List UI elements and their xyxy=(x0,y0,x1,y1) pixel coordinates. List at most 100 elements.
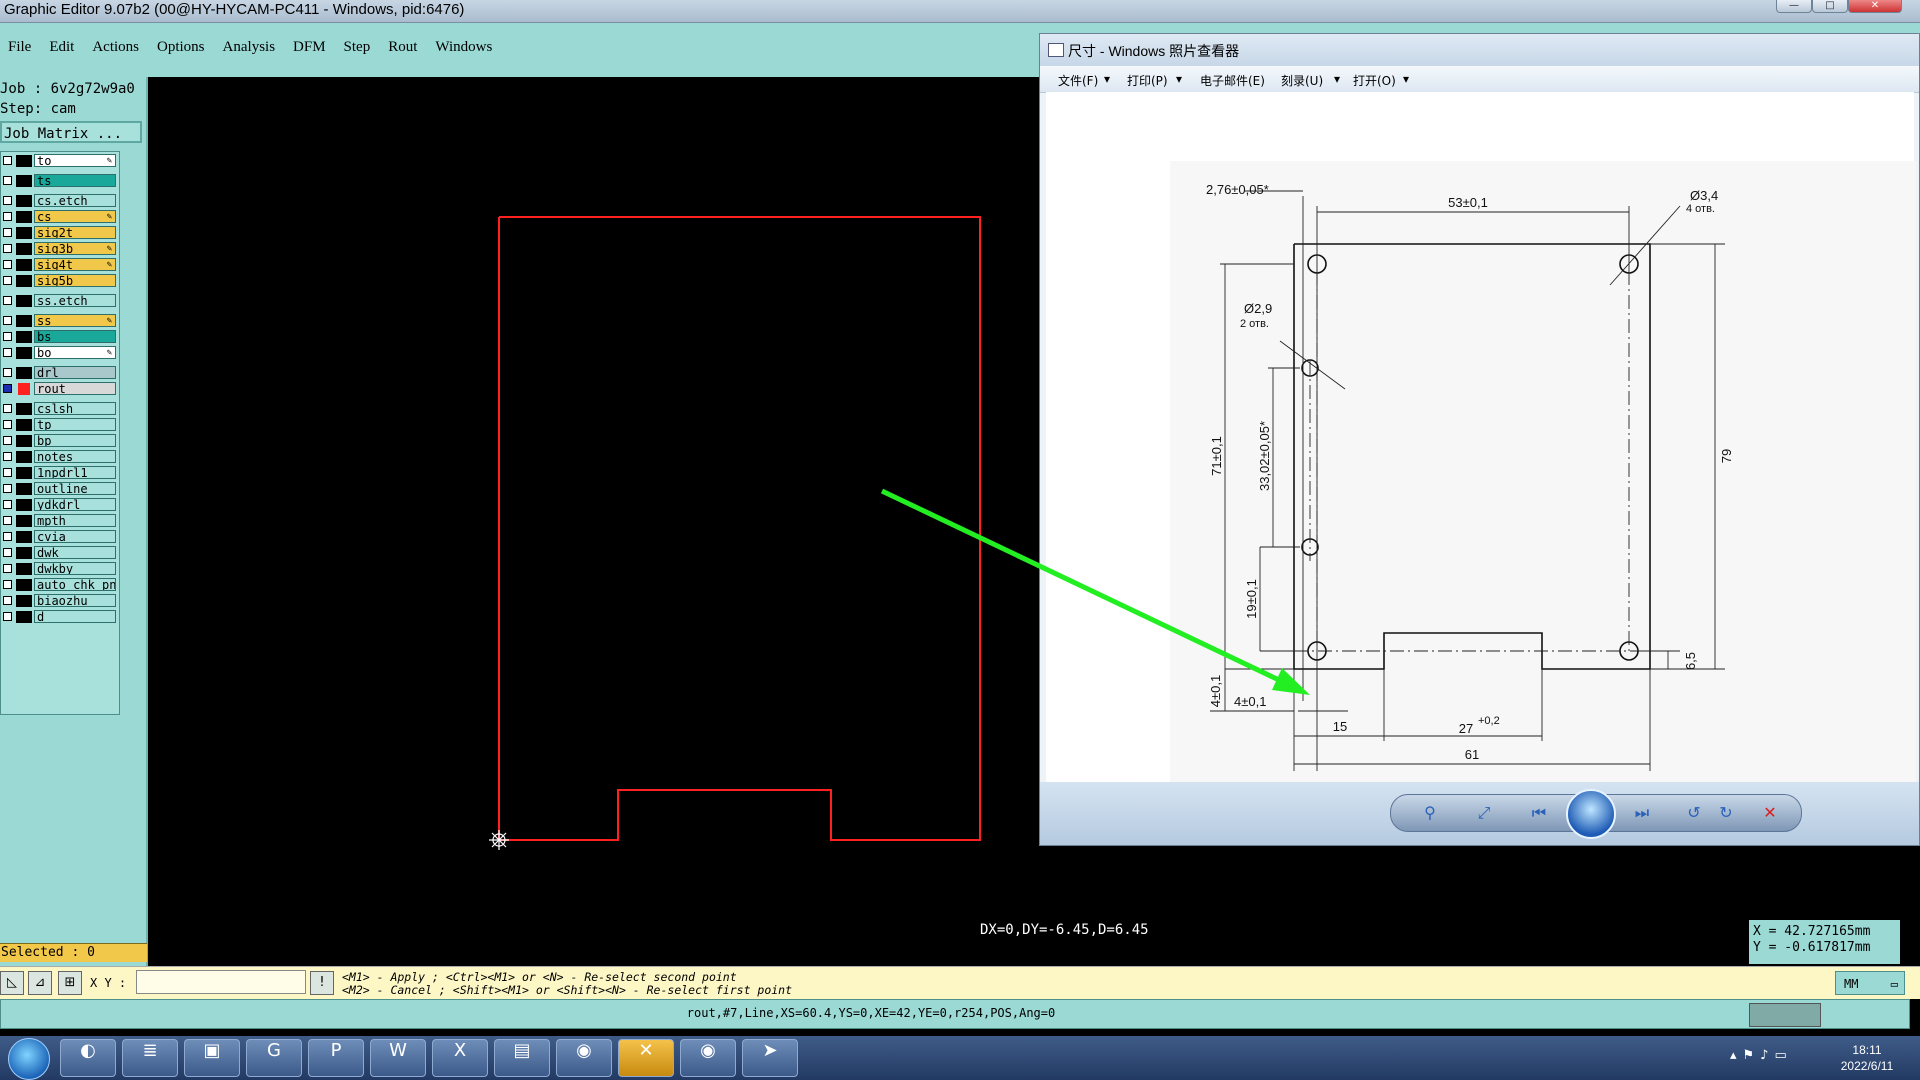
layer-checkbox[interactable] xyxy=(3,212,12,221)
layer-name[interactable]: bo ✎ xyxy=(34,346,116,359)
job-matrix-button[interactable]: Job Matrix ... xyxy=(0,121,142,143)
layer-color-swatch[interactable] xyxy=(16,331,32,343)
layer-color-swatch[interactable] xyxy=(16,295,32,307)
layer-row[interactable]: tp xyxy=(1,418,119,432)
layer-name[interactable]: dwkby xyxy=(34,562,116,575)
layer-checkbox[interactable] xyxy=(3,420,12,429)
layer-name[interactable]: sig5b xyxy=(34,274,116,287)
layer-name[interactable]: d xyxy=(34,610,116,623)
layer-color-swatch[interactable] xyxy=(16,435,32,447)
layer-row[interactable]: auto_chk_pn xyxy=(1,578,119,592)
layer-name[interactable]: cs ✎ xyxy=(34,210,116,223)
layer-color-swatch[interactable] xyxy=(16,595,32,607)
layer-color-swatch[interactable] xyxy=(16,367,32,379)
layer-row[interactable]: cvia xyxy=(1,530,119,544)
layer-row[interactable]: cs ✎ xyxy=(1,210,119,224)
layer-checkbox[interactable] xyxy=(3,468,12,477)
layer-checkbox[interactable] xyxy=(3,484,12,493)
save-icon[interactable]: ▣ xyxy=(184,1039,240,1077)
app-green-icon[interactable]: P xyxy=(308,1039,364,1077)
layer-row[interactable]: drl xyxy=(1,366,119,380)
status-icons[interactable] xyxy=(1749,1003,1821,1027)
layer-name[interactable]: sig4t ✎ xyxy=(34,258,116,271)
app-red-icon[interactable]: G xyxy=(246,1039,302,1077)
layer-row[interactable]: ts xyxy=(1,174,119,188)
menu-edit[interactable]: Edit xyxy=(49,39,74,56)
layer-checkbox[interactable] xyxy=(3,516,12,525)
layer-checkbox[interactable] xyxy=(3,612,12,621)
layer-row[interactable]: 1npdrl1 xyxy=(1,466,119,480)
fit-window-icon[interactable]: ⤢ xyxy=(1471,801,1497,825)
layer-checkbox[interactable] xyxy=(3,368,12,377)
layer-name[interactable]: to ✎ xyxy=(34,154,116,167)
layer-color-swatch[interactable] xyxy=(16,403,32,415)
layer-name[interactable]: outline xyxy=(34,482,116,495)
layer-name[interactable]: bs xyxy=(34,330,116,343)
layer-row[interactable]: bp xyxy=(1,434,119,448)
layer-row[interactable]: dwk xyxy=(1,546,119,560)
menu-options[interactable]: Options xyxy=(157,39,205,56)
photo-viewer-window[interactable]: 尺寸 - Windows 照片查看器 文件(F) ▾ 打印(P) ▾ 电子邮件(… xyxy=(1039,33,1920,846)
layer-name[interactable]: notes xyxy=(34,450,116,463)
layer-checkbox[interactable] xyxy=(3,332,12,341)
menu-windows[interactable]: Windows xyxy=(435,39,492,56)
layer-row[interactable]: sig2t xyxy=(1,226,119,240)
layer-checkbox[interactable] xyxy=(3,156,12,165)
delete-icon[interactable]: ✕ xyxy=(1757,801,1783,825)
layer-name[interactable]: cs.etch xyxy=(34,194,116,207)
layer-name[interactable]: mpth xyxy=(34,514,116,527)
feather-app-icon[interactable]: ➤ xyxy=(742,1039,798,1077)
layer-color-swatch[interactable] xyxy=(16,531,32,543)
menu-step[interactable]: Step xyxy=(344,39,371,56)
layer-checkbox[interactable] xyxy=(3,580,12,589)
measure-icon[interactable]: ⊿ xyxy=(28,971,52,995)
layer-checkbox[interactable] xyxy=(3,436,12,445)
layer-checkbox[interactable] xyxy=(3,564,12,573)
cam-app-2-icon[interactable]: ◉ xyxy=(680,1039,736,1077)
layer-color-swatch[interactable] xyxy=(16,175,32,187)
layer-checkbox[interactable] xyxy=(3,596,12,605)
clock[interactable]: 18:11 2022/6/11 xyxy=(1820,1042,1914,1074)
layer-color-swatch[interactable] xyxy=(16,579,32,591)
graphic-editor-icon[interactable]: ✕ xyxy=(618,1039,674,1077)
photo-viewer-icon[interactable]: ▤ xyxy=(494,1039,550,1077)
menu-actions[interactable]: Actions xyxy=(92,39,139,56)
layer-row[interactable]: ss ✎ xyxy=(1,314,119,328)
layer-row[interactable]: ydkdrl xyxy=(1,498,119,512)
minimize-button[interactable]: — xyxy=(1776,0,1812,13)
layer-color-swatch[interactable] xyxy=(16,419,32,431)
layer-checkbox[interactable] xyxy=(3,276,12,285)
maximize-button[interactable]: □ xyxy=(1812,0,1848,13)
layer-checkbox[interactable] xyxy=(3,532,12,541)
layer-checkbox[interactable] xyxy=(3,384,12,393)
viewer-menu-burn[interactable]: 刻录(U) xyxy=(1281,72,1323,89)
viewer-menu-email[interactable]: 电子邮件(E) xyxy=(1200,72,1265,89)
layer-row[interactable]: d xyxy=(1,610,119,624)
layer-row[interactable]: bo ✎ xyxy=(1,346,119,360)
layer-row[interactable]: sig5b xyxy=(1,274,119,288)
layer-name[interactable]: tp xyxy=(34,418,116,431)
slideshow-button[interactable] xyxy=(1566,789,1616,839)
word-icon[interactable]: W xyxy=(370,1039,426,1077)
layer-name[interactable]: cvia xyxy=(34,530,116,543)
layer-row[interactable]: ss.etch xyxy=(1,294,119,308)
layer-color-swatch[interactable] xyxy=(16,243,32,255)
shell-app-icon[interactable]: ◐ xyxy=(60,1039,116,1077)
layer-checkbox[interactable] xyxy=(3,348,12,357)
layer-name[interactable]: ydkdrl xyxy=(34,498,116,511)
layer-checkbox[interactable] xyxy=(3,500,12,509)
rotate-right-icon[interactable]: ↻ xyxy=(1713,801,1739,825)
layer-color-swatch[interactable] xyxy=(16,195,32,207)
layer-checkbox[interactable] xyxy=(3,244,12,253)
layer-name[interactable]: auto_chk_pn xyxy=(34,578,116,591)
snap-icon[interactable]: ◺ xyxy=(0,971,24,995)
layer-color-swatch[interactable] xyxy=(16,259,32,271)
menu-rout[interactable]: Rout xyxy=(388,39,417,56)
xy-input[interactable] xyxy=(136,970,306,994)
layer-row[interactable]: rout xyxy=(1,382,119,396)
layer-color-swatch[interactable] xyxy=(16,499,32,511)
layer-row[interactable]: cs.etch xyxy=(1,194,119,208)
start-button[interactable] xyxy=(8,1038,50,1080)
layer-color-swatch[interactable] xyxy=(16,467,32,479)
layer-checkbox[interactable] xyxy=(3,316,12,325)
